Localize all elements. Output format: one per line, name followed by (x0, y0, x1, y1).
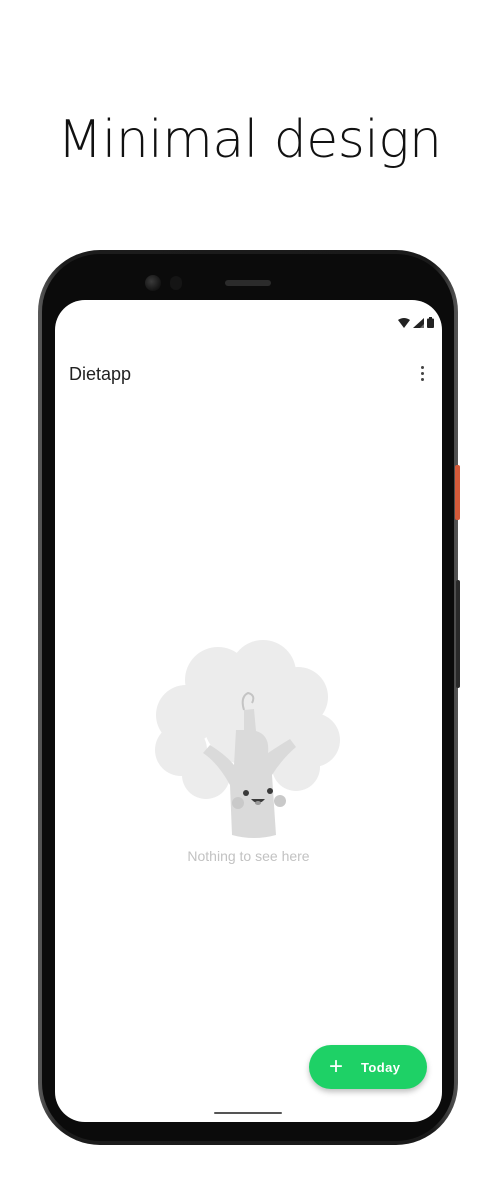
app-title: Dietapp (69, 364, 132, 384)
plus-icon: + (329, 1053, 344, 1080)
status-bar (398, 317, 434, 328)
battery-icon (427, 317, 434, 328)
home-indicator[interactable] (214, 1112, 282, 1114)
volume-button (456, 580, 460, 688)
wifi-icon (398, 317, 410, 328)
fab-label: Today (361, 1059, 401, 1075)
proximity-sensor (170, 276, 182, 290)
empty-state-message: Nothing to see here (187, 848, 310, 864)
front-camera (145, 275, 161, 291)
power-button (455, 465, 460, 520)
phone-screen: Dietapp Nothing to see here + Today (55, 300, 442, 1122)
add-today-button[interactable]: + Today (309, 1045, 427, 1089)
earpiece-speaker (225, 280, 271, 286)
broccoli-illustration (155, 640, 340, 838)
signal-icon (413, 317, 424, 328)
promo-headline: Minimal design (57, 110, 442, 170)
more-vert-icon[interactable] (414, 362, 430, 384)
